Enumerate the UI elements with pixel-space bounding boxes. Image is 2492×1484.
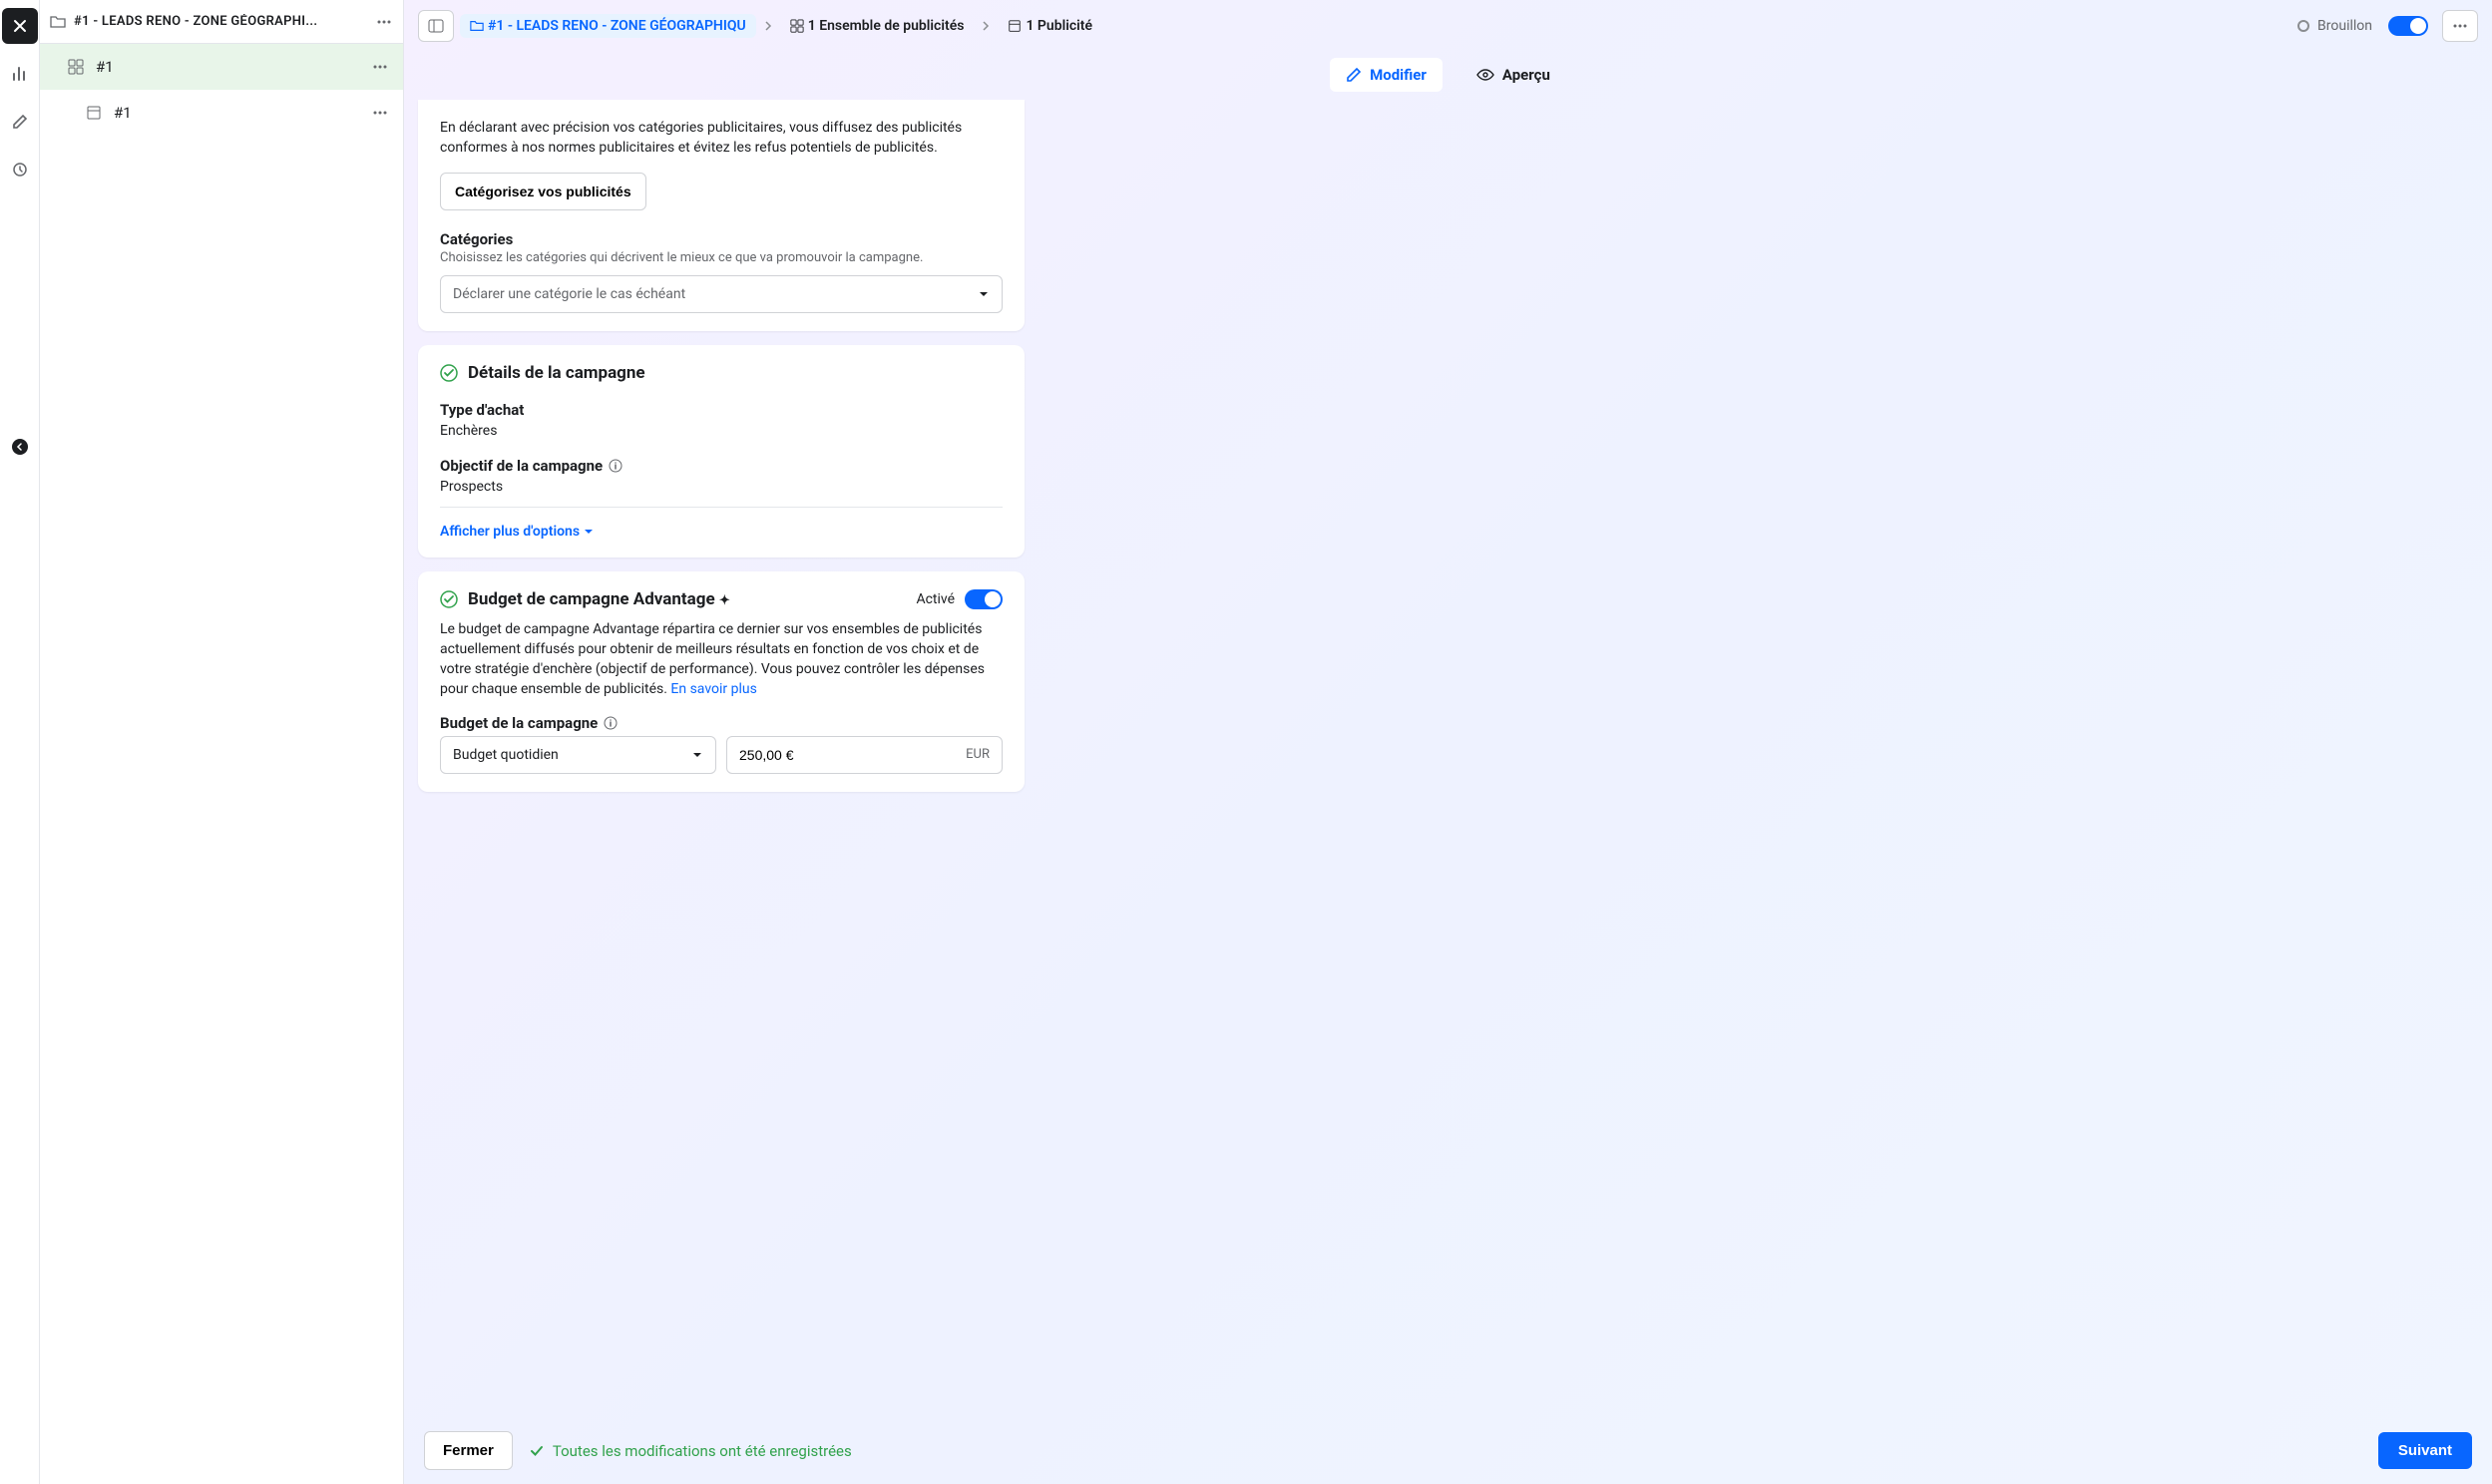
budget-currency: EUR bbox=[966, 747, 990, 762]
info-icon[interactable] bbox=[609, 459, 623, 473]
nav-edit[interactable] bbox=[2, 104, 38, 140]
folder-icon bbox=[50, 14, 66, 30]
breadcrumb-ad[interactable]: 1 Publicité bbox=[998, 14, 1102, 38]
adset-icon bbox=[68, 59, 84, 75]
more-icon[interactable] bbox=[371, 58, 389, 76]
pencil-icon bbox=[1346, 67, 1362, 83]
purchase-type-value: Enchères bbox=[440, 423, 1003, 439]
budget-row: Budget quotidien EUR bbox=[440, 736, 1003, 774]
chart-icon bbox=[12, 66, 28, 82]
budget-card: Budget de campagne Advantage ✦ Activé Le… bbox=[418, 571, 1025, 792]
tree-item-label: #1 bbox=[96, 58, 359, 76]
next-button[interactable]: Suivant bbox=[2378, 1432, 2472, 1469]
nav-history[interactable] bbox=[2, 152, 38, 187]
status-indicator: Brouillon bbox=[2297, 18, 2372, 34]
select-placeholder: Déclarer une catégorie le cas échéant bbox=[453, 286, 685, 302]
categories-desc: En déclarant avec précision vos catégori… bbox=[440, 118, 1003, 159]
close-button[interactable] bbox=[2, 8, 38, 44]
budget-label: Budget de la campagne bbox=[440, 714, 1003, 732]
tab-preview[interactable]: Aperçu bbox=[1460, 58, 1566, 92]
categorize-button[interactable]: Catégorisez vos publicités bbox=[440, 173, 646, 210]
ad-icon bbox=[86, 105, 102, 121]
more-icon[interactable] bbox=[375, 13, 393, 31]
more-icon bbox=[2451, 17, 2469, 35]
breadcrumb-adset[interactable]: 1 Ensemble de publicités bbox=[780, 14, 975, 38]
vertical-nav-rail bbox=[0, 0, 40, 1484]
tab-label: Modifier bbox=[1370, 66, 1427, 84]
chevron-right-icon bbox=[762, 20, 774, 32]
ad-icon bbox=[1008, 19, 1022, 33]
info-icon[interactable] bbox=[604, 716, 618, 730]
check-icon bbox=[529, 1443, 545, 1459]
caret-down-icon bbox=[584, 527, 594, 537]
budget-amount-field[interactable] bbox=[739, 747, 819, 763]
enabled-label: Activé bbox=[916, 591, 955, 607]
check-circle-icon bbox=[440, 590, 458, 608]
objective-label: Objectif de la campagne bbox=[440, 457, 1003, 475]
nav-chart[interactable] bbox=[2, 56, 38, 92]
chevron-right-icon bbox=[980, 20, 992, 32]
campaign-toggle[interactable] bbox=[2388, 16, 2428, 36]
view-tabs: Modifier Aperçu bbox=[404, 48, 2492, 100]
pencil-icon bbox=[12, 114, 28, 130]
tab-label: Aperçu bbox=[1502, 66, 1550, 84]
breadcrumb-label: #1 - LEADS RENO - ZONE GÉOGRAPHIQU bbox=[488, 18, 746, 34]
tree-adset-item[interactable]: #1 bbox=[40, 44, 403, 90]
sparkle-icon: ✦ bbox=[719, 593, 730, 608]
card-header: Budget de campagne Advantage ✦ Activé bbox=[440, 589, 1003, 609]
show-more-options-link[interactable]: Afficher plus d'options bbox=[440, 524, 1003, 540]
tab-edit[interactable]: Modifier bbox=[1330, 58, 1443, 92]
breadcrumb-label: 1 Publicité bbox=[1026, 18, 1092, 34]
campaign-tree-panel: #1 - LEADS RENO - ZONE GÉOGRAPHI... #1 #… bbox=[40, 0, 404, 1484]
tree-item-label: #1 bbox=[114, 104, 359, 122]
card-title: Budget de campagne Advantage ✦ bbox=[468, 589, 730, 609]
campaign-details-card: Détails de la campagne Type d'achat Ench… bbox=[418, 345, 1025, 557]
save-status: Toutes les modifications ont été enregis… bbox=[529, 1442, 852, 1460]
budget-amount-input[interactable]: EUR bbox=[726, 736, 1003, 774]
clock-icon bbox=[12, 162, 28, 178]
caret-down-icon bbox=[691, 749, 703, 761]
chevron-left-icon bbox=[16, 443, 24, 451]
campaign-name: #1 - LEADS RENO - ZONE GÉOGRAPHI... bbox=[74, 14, 367, 29]
caret-down-icon bbox=[978, 288, 990, 300]
breadcrumb-campaign[interactable]: #1 - LEADS RENO - ZONE GÉOGRAPHIQU bbox=[460, 14, 756, 38]
objective-value: Prospects bbox=[440, 479, 1003, 495]
card-title: Détails de la campagne bbox=[468, 363, 645, 383]
main-content: #1 - LEADS RENO - ZONE GÉOGRAPHIQU 1 Ens… bbox=[404, 0, 2492, 1484]
budget-toggle[interactable] bbox=[965, 589, 1003, 609]
panel-toggle-button[interactable] bbox=[418, 10, 454, 42]
status-label: Brouillon bbox=[2317, 18, 2372, 34]
eye-icon bbox=[1476, 66, 1494, 84]
footer-bar: Fermer Toutes les modifications ont été … bbox=[404, 1417, 2492, 1484]
scroll-content[interactable]: En déclarant avec précision vos catégori… bbox=[404, 100, 2492, 1417]
more-icon[interactable] bbox=[371, 104, 389, 122]
categories-select[interactable]: Déclarer une catégorie le cas échéant bbox=[440, 275, 1003, 313]
card-header: Détails de la campagne bbox=[440, 363, 1003, 383]
close-button[interactable]: Fermer bbox=[424, 1431, 513, 1470]
adset-icon bbox=[790, 19, 804, 33]
panel-icon bbox=[428, 18, 444, 34]
categories-label: Catégories bbox=[440, 230, 1003, 248]
categories-card: En déclarant avec précision vos catégori… bbox=[418, 100, 1025, 331]
budget-type-select[interactable]: Budget quotidien bbox=[440, 736, 716, 774]
collapse-rail-button[interactable] bbox=[12, 439, 28, 455]
breadcrumb-label: 1 Ensemble de publicités bbox=[808, 18, 965, 34]
budget-type-value: Budget quotidien bbox=[453, 747, 559, 763]
folder-icon bbox=[470, 19, 484, 33]
categories-hint: Choisissez les catégories qui décrivent … bbox=[440, 250, 1003, 265]
breadcrumb-bar: #1 - LEADS RENO - ZONE GÉOGRAPHIQU 1 Ens… bbox=[404, 4, 2492, 48]
learn-more-link[interactable]: En savoir plus bbox=[670, 681, 756, 697]
divider bbox=[440, 507, 1003, 508]
close-icon bbox=[12, 18, 28, 34]
budget-desc: Le budget de campagne Advantage répartir… bbox=[440, 619, 1003, 700]
purchase-type-label: Type d'achat bbox=[440, 401, 1003, 419]
check-circle-icon bbox=[440, 364, 458, 382]
campaign-tree-header: #1 - LEADS RENO - ZONE GÉOGRAPHI... bbox=[40, 0, 403, 44]
topbar-more-button[interactable] bbox=[2442, 10, 2478, 42]
tree-ad-item[interactable]: #1 bbox=[40, 90, 403, 136]
status-dot-icon bbox=[2297, 20, 2309, 32]
